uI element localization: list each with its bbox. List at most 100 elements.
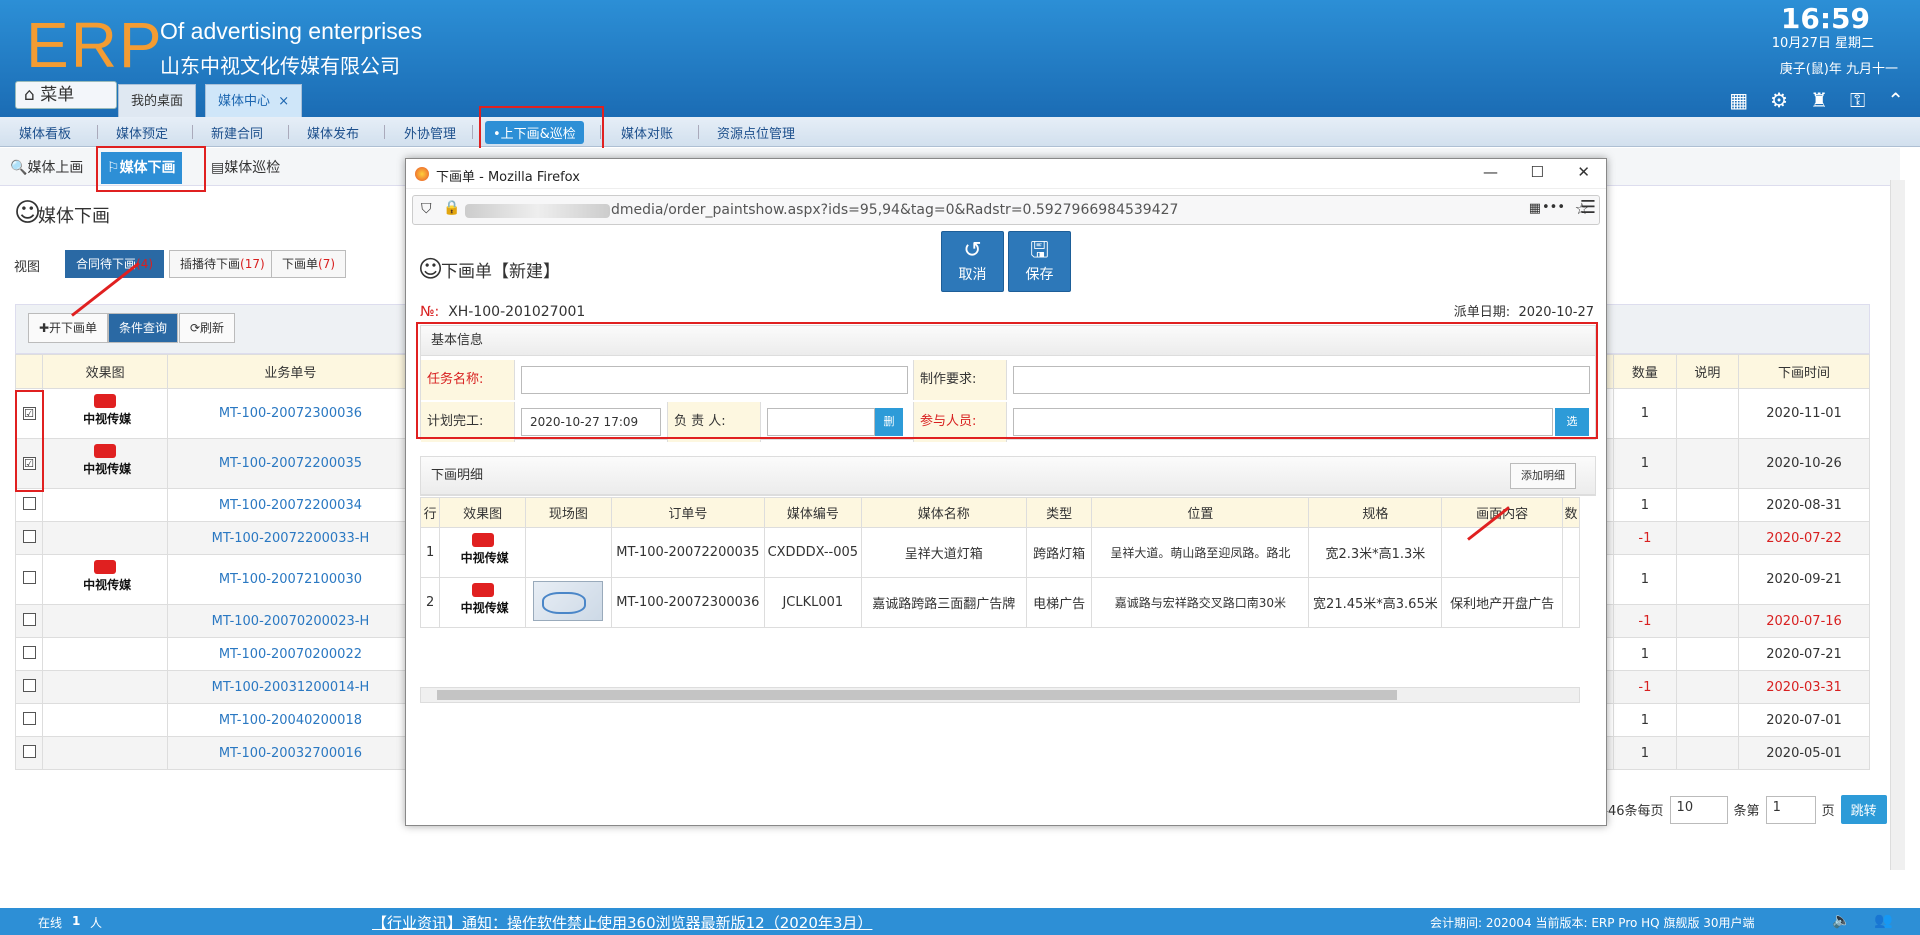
order-no: №: XH-100-201027001 [420,304,586,320]
doc-icon: ▤ [211,160,225,176]
horizontal-scrollbar[interactable] [420,687,1580,703]
speaker-icon[interactable]: 🔈 [1832,911,1851,929]
refresh-button[interactable]: ⟳刷新 [179,313,236,343]
order-link[interactable]: MT-100-20032700016 [167,736,414,770]
nav-media-board[interactable]: 媒体看板 [19,123,71,142]
order-link[interactable]: MT-100-20040200018 [167,703,414,737]
dispatch-date: 派单日期: 2020-10-27 [1453,305,1594,320]
hamburger-icon[interactable]: ☰ [1580,197,1596,218]
mascot-icon: ☺ [418,255,444,283]
home-icon: ⌂ [24,85,41,105]
open-order-button[interactable]: ✚开下画单 [28,313,109,343]
query-button[interactable]: 条件查询 [108,313,179,343]
view-orders[interactable]: 下画单(7) [271,250,347,278]
save-icon: 🖫 [1030,238,1049,263]
order-link[interactable]: MT-100-20072200035 [167,438,414,489]
scrollbar[interactable] [1890,180,1905,870]
brand-logo: 中视传媒 [70,559,140,596]
page-title: 媒体下画 [38,206,110,227]
popup-window: 下画单 - Mozilla Firefox — ☐ ✕ ⛉ 🔒 dmedia/o… [405,158,1607,826]
gear-icon[interactable]: ⚙ [1770,88,1788,112]
column-header: 效果图 [439,497,527,528]
news-link[interactable]: 【行业资讯】通知：操作软件禁止使用360浏览器最新版12（2020年3月） [372,912,872,933]
tab-media-inspect[interactable]: ▤媒体巡检 [205,152,286,184]
maximize-icon[interactable]: ☐ [1531,163,1544,181]
highlight-box [96,146,206,192]
column-header: 位置 [1091,497,1310,528]
window-title: 下画单 - Mozilla Firefox [436,170,580,185]
app-header: ERP Of advertising enterprises 山东中视文化传媒有… [0,0,1920,117]
page-input[interactable]: 1 [1765,795,1816,824]
shirt-icon[interactable]: ♜ [1810,88,1828,112]
order-link[interactable]: MT-100-20072100030 [167,554,414,605]
brand-logo: 中视传媒 [70,393,140,430]
row-checkbox[interactable] [22,645,36,659]
row-checkbox[interactable] [22,612,36,626]
nav-new-contract[interactable]: 新建合同 [211,123,263,142]
column-header: 订单号 [610,497,766,528]
shield-icon: ⛉ [421,201,432,217]
close-icon[interactable]: × [278,94,289,109]
detail-table: 行效果图现场图订单号媒体编号媒体名称类型位置规格画面内容数 1 中视传媒 MT-… [419,497,1580,628]
nav-outsource[interactable]: 外协管理 [404,123,456,142]
order-link[interactable]: MT-100-20072300036 [167,388,414,439]
order-link[interactable]: MT-100-20031200014-H [167,670,414,704]
nav-resource[interactable]: 资源点位管理 [717,123,795,142]
column-header: 类型 [1025,497,1093,528]
column-header: 数 [1562,497,1580,528]
view-label: 视图 [14,260,41,275]
tab-desktop[interactable]: 我的桌面 [118,84,197,117]
row-checkbox[interactable] [22,571,36,584]
row-checkbox[interactable] [22,496,36,510]
nav-media-publish[interactable]: 媒体发布 [307,123,359,142]
url-bar[interactable]: ⛉ 🔒 dmedia/order_paintshow.aspx?ids=95,9… [412,195,1600,225]
brand-logo: 中视传媒 [448,532,518,569]
qr-icon[interactable]: ▦ [1529,201,1541,216]
highlight-box [15,390,44,492]
view-insert[interactable]: 插播待下画(17) [169,250,276,278]
dashboard-icon[interactable]: ▦ [1729,88,1748,112]
cancel-button[interactable]: ↺ 取消 [941,231,1004,292]
detail-row[interactable]: 2 中视传媒 MT-100-20072300036 JCLKL001 嘉诚路跨路… [419,577,1580,628]
insecure-icon: 🔒 [443,200,461,216]
jump-button[interactable]: 跳转 [1840,795,1887,824]
menu-button[interactable]: ⌂ 菜单 [15,81,117,109]
firefox-icon [415,167,429,181]
order-link[interactable]: MT-100-20072200034 [167,488,414,522]
row-checkbox[interactable] [22,529,36,543]
close-icon[interactable]: ✕ [1577,163,1590,181]
users-icon[interactable]: 👥 [1874,911,1893,929]
collapse-icon[interactable]: ⌃ [1887,88,1904,112]
row-checkbox[interactable] [22,678,36,692]
detail-panel: 下画明细 添加明细 [420,456,1596,496]
order-title: 下画单【新建】 [441,262,560,282]
brand-logo: 中视传媒 [70,443,140,480]
nav-media-booking[interactable]: 媒体预定 [116,123,168,142]
detail-row[interactable]: 1 中视传媒 MT-100-20072200035 CXDDDX--005 呈祥… [419,527,1580,578]
page-size-select[interactable]: 10 [1669,795,1728,824]
mascot-icon: ☺ [14,198,42,228]
lunar-date: 庚子(鼠)年 九月十一 [1779,62,1898,77]
highlight-box [479,106,604,152]
row-checkbox[interactable] [22,711,36,725]
minimize-icon[interactable]: — [1483,163,1498,181]
more-icon[interactable]: ••• [1542,200,1565,215]
order-link[interactable]: MT-100-20072200033-H [167,521,414,555]
order-link[interactable]: MT-100-20070200023-H [167,604,414,638]
column-header: 现场图 [525,497,612,528]
tab-media-up[interactable]: 🔍媒体上画 [4,152,89,184]
site-photo[interactable] [533,580,604,621]
tab-media-center[interactable]: 媒体中心 × [205,84,303,117]
company-title-en: Of advertising enterprises [160,18,423,44]
nav-media-reconcile[interactable]: 媒体对账 [621,123,673,142]
add-detail-button[interactable]: 添加明细 [1510,463,1576,489]
key-icon[interactable]: ⚿ [1850,88,1865,112]
view-contract[interactable]: 合同待下画(4) [65,250,165,278]
save-button[interactable]: 🖫 保存 [1008,231,1071,292]
column-header: 媒体名称 [860,497,1028,528]
row-checkbox[interactable] [22,744,36,758]
order-link[interactable]: MT-100-20070200022 [167,637,414,671]
status-bar: 在线 1 人 【行业资讯】通知：操作软件禁止使用360浏览器最新版12（2020… [0,908,1920,935]
pager: 共46条每页 10 条第 1 页 跳转 [1595,795,1887,824]
column-header: 媒体编号 [764,497,862,528]
